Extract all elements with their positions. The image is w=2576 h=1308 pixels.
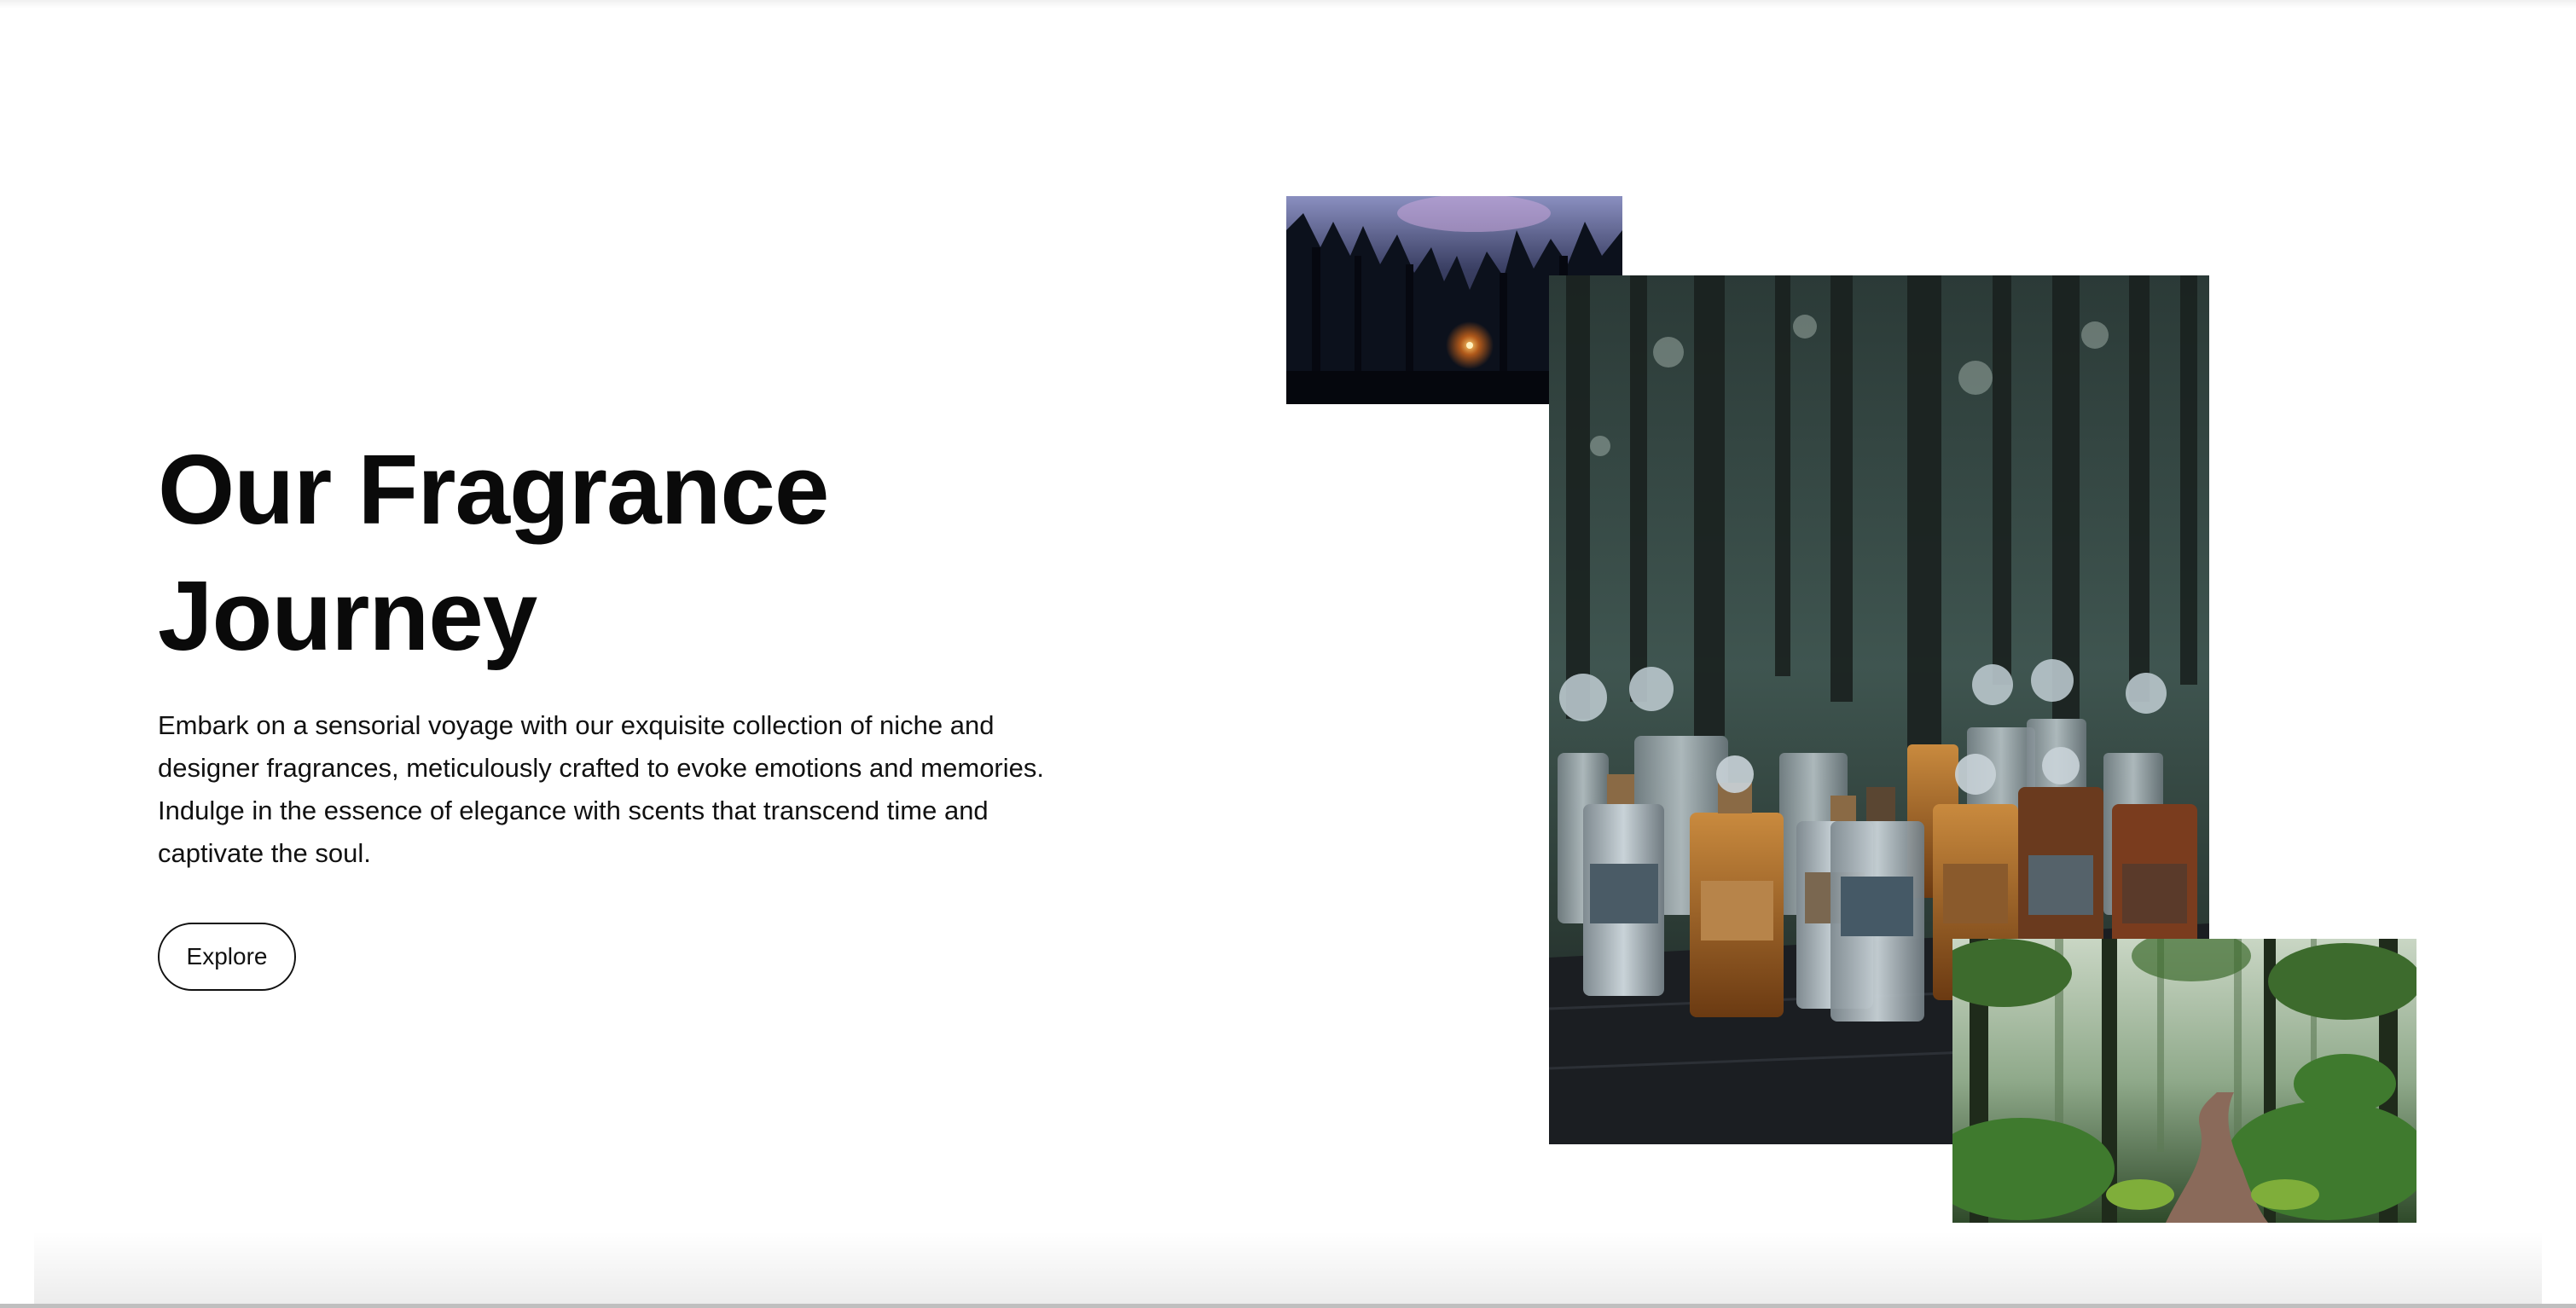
hero-title-line-1: Our Fragrance	[158, 434, 829, 545]
explore-button[interactable]: Explore	[158, 923, 296, 991]
page: Our Fragrance Journey Embark on a sensor…	[0, 0, 2576, 1308]
header-shadow	[0, 0, 2576, 9]
hero-description: Embark on a sensorial voyage with our ex…	[158, 710, 1044, 868]
footer-edge	[0, 1304, 2576, 1308]
hero-title-line-2: Journey	[158, 560, 537, 671]
green-forest-path-image	[1952, 939, 2416, 1223]
footer-shadow	[34, 1231, 2542, 1308]
hero-title: Our Fragrance Journey	[158, 426, 1096, 679]
